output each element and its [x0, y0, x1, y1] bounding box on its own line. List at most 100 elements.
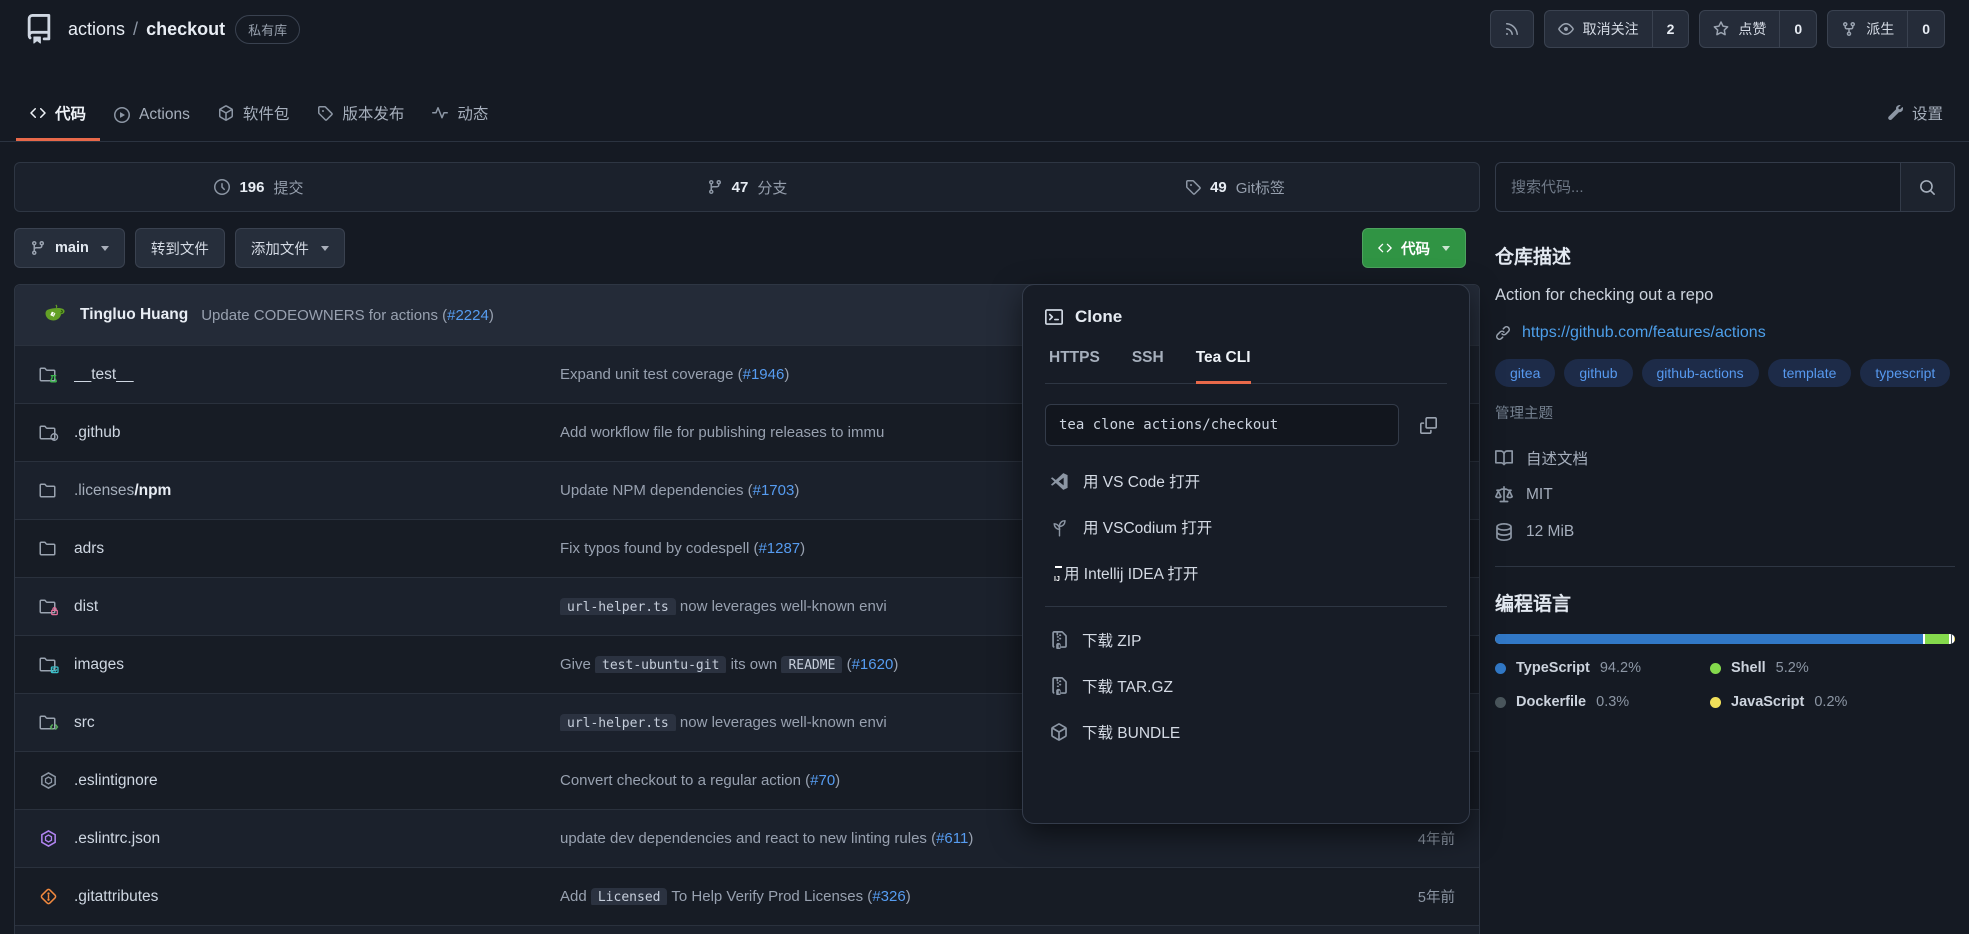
language-dot: [1495, 697, 1506, 708]
file-name-link[interactable]: images: [74, 656, 560, 674]
topic-github-actions[interactable]: github-actions: [1642, 359, 1759, 387]
meta-database[interactable]: 12 MiB: [1495, 513, 1955, 550]
topic-template[interactable]: template: [1768, 359, 1852, 387]
tab-动态[interactable]: 动态: [418, 102, 502, 141]
branch-selector-button[interactable]: main: [14, 228, 125, 268]
repo-name-link[interactable]: checkout: [146, 19, 225, 40]
vscodium-icon: [1050, 518, 1069, 537]
code-search: [1495, 162, 1955, 212]
issue-link[interactable]: #1946: [743, 366, 785, 383]
language-legend-dockerfile[interactable]: Dockerfile0.3%: [1495, 694, 1710, 710]
tab-代码[interactable]: 代码: [16, 102, 100, 141]
code-clone-button[interactable]: 代码: [1362, 228, 1466, 268]
table-row[interactable]: .gitattributesAdd Licensed To Help Verif…: [15, 867, 1479, 925]
clone-command-input[interactable]: [1045, 404, 1399, 446]
star-button[interactable]: 点赞0: [1699, 10, 1817, 48]
message-text: (: [842, 656, 851, 673]
tab-软件包[interactable]: 软件包: [204, 102, 304, 141]
star-count[interactable]: 0: [1779, 11, 1816, 47]
clone-protocol-tabs: HTTPS SSH Tea CLI: [1045, 349, 1447, 384]
fork-button[interactable]: 派生0: [1827, 10, 1945, 48]
fork-count[interactable]: 0: [1907, 11, 1944, 47]
menu-item[interactable]: 下载 BUNDLE: [1045, 709, 1447, 755]
search-button[interactable]: [1900, 163, 1954, 211]
tab-label: 软件包: [243, 102, 290, 124]
pulse-icon: [432, 105, 448, 121]
language-legend-typescript[interactable]: TypeScript94.2%: [1495, 660, 1710, 676]
add-file-button[interactable]: 添加文件: [235, 228, 345, 268]
issue-link[interactable]: #2224: [447, 307, 489, 324]
go-to-file-button[interactable]: 转到文件: [135, 228, 225, 268]
watch-count[interactable]: 2: [1652, 11, 1689, 47]
clone-tab-ssh[interactable]: SSH: [1132, 349, 1164, 383]
repo-website-link[interactable]: https://github.com/features/actions: [1522, 324, 1766, 342]
avatar: [39, 301, 67, 329]
message-text: ): [968, 830, 973, 847]
file-name-link[interactable]: .eslintrc.json: [74, 830, 560, 848]
chevron-down-icon: [321, 246, 329, 251]
languages-title: 编程语言: [1495, 589, 1955, 616]
commit-author[interactable]: Tingluo Huang: [80, 306, 188, 324]
issue-link[interactable]: #326: [872, 888, 905, 905]
folder-github-icon: [39, 423, 59, 443]
topic-list: gitea github github-actions template typescr…: [1495, 359, 1955, 387]
language-legend-shell[interactable]: Shell5.2%: [1710, 660, 1955, 676]
language-dot: [1495, 663, 1506, 674]
language-percent: 5.2%: [1776, 660, 1809, 676]
play-icon: [114, 107, 130, 123]
issue-link[interactable]: #1287: [758, 540, 800, 557]
message-text: Expand unit test coverage (: [560, 366, 743, 383]
copy-button[interactable]: [1409, 406, 1447, 444]
manage-topics-link[interactable]: 管理主题: [1495, 402, 1955, 423]
issue-link[interactable]: #611: [936, 830, 968, 847]
menu-item[interactable]: IJ用 Intellij IDEA 打开: [1045, 550, 1447, 596]
file-name-link[interactable]: __test__: [74, 366, 560, 384]
watch-button[interactable]: 取消关注2: [1544, 10, 1690, 48]
code-chip: Licensed: [591, 888, 668, 905]
file-name-link[interactable]: .github: [74, 424, 560, 442]
menu-item[interactable]: 下载 TAR.GZ: [1045, 663, 1447, 709]
stat-提交[interactable]: 196提交: [15, 163, 503, 211]
code-chip: test-ubuntu-git: [595, 656, 726, 673]
settings-label: 设置: [1912, 102, 1943, 124]
message-text: Convert checkout to a regular action (: [560, 772, 810, 789]
language-legend-javascript[interactable]: JavaScript0.2%: [1710, 694, 1955, 710]
menu-item[interactable]: 用 VSCodium 打开: [1045, 504, 1447, 550]
meta-law[interactable]: MIT: [1495, 476, 1955, 513]
tab-actions[interactable]: Actions: [100, 106, 204, 141]
issue-link[interactable]: #1620: [852, 656, 894, 673]
sidebar: 仓库描述 Action for checking out a repo http…: [1495, 142, 1955, 710]
rss-button[interactable]: [1490, 10, 1534, 48]
topic-typescript[interactable]: typescript: [1860, 359, 1950, 387]
database-icon: [1495, 523, 1513, 541]
tab-版本发布[interactable]: 版本发布: [303, 102, 418, 141]
file-name-link[interactable]: .licenses/npm: [74, 482, 560, 500]
repo-website-row: https://github.com/features/actions: [1495, 324, 1955, 342]
meta-book[interactable]: 自述文档: [1495, 439, 1955, 476]
file-name-link[interactable]: .eslintignore: [74, 772, 560, 790]
repo-description: Action for checking out a repo: [1495, 286, 1955, 305]
topic-github[interactable]: github: [1564, 359, 1632, 387]
topic-gitea[interactable]: gitea: [1495, 359, 1555, 387]
menu-item[interactable]: 下载 ZIP: [1045, 617, 1447, 663]
stat-分支[interactable]: 47分支: [503, 163, 991, 211]
tab-settings[interactable]: 设置: [1877, 102, 1953, 141]
branch-icon: [30, 240, 46, 256]
folder-code-icon: [39, 713, 59, 733]
search-input[interactable]: [1496, 163, 1900, 211]
clone-tab-https[interactable]: HTTPS: [1049, 349, 1100, 383]
file-name-link[interactable]: .gitattributes: [74, 888, 560, 906]
clone-title: Clone: [1075, 307, 1122, 327]
issue-link[interactable]: #70: [810, 772, 835, 789]
file-name-link[interactable]: dist: [74, 598, 560, 616]
language-name: Dockerfile: [1516, 694, 1586, 710]
file-name-link[interactable]: src: [74, 714, 560, 732]
clone-tab-tea-cli[interactable]: Tea CLI: [1196, 349, 1251, 384]
file-name-link[interactable]: adrs: [74, 540, 560, 558]
repo-owner-link[interactable]: actions: [68, 19, 125, 40]
stat-Git标签[interactable]: 49Git标签: [991, 163, 1479, 211]
file-commit-age: 4年前: [1345, 828, 1455, 849]
issue-link[interactable]: #1703: [753, 482, 795, 499]
menu-item[interactable]: 用 VS Code 打开: [1045, 458, 1447, 504]
terminal-icon: [1045, 308, 1063, 326]
